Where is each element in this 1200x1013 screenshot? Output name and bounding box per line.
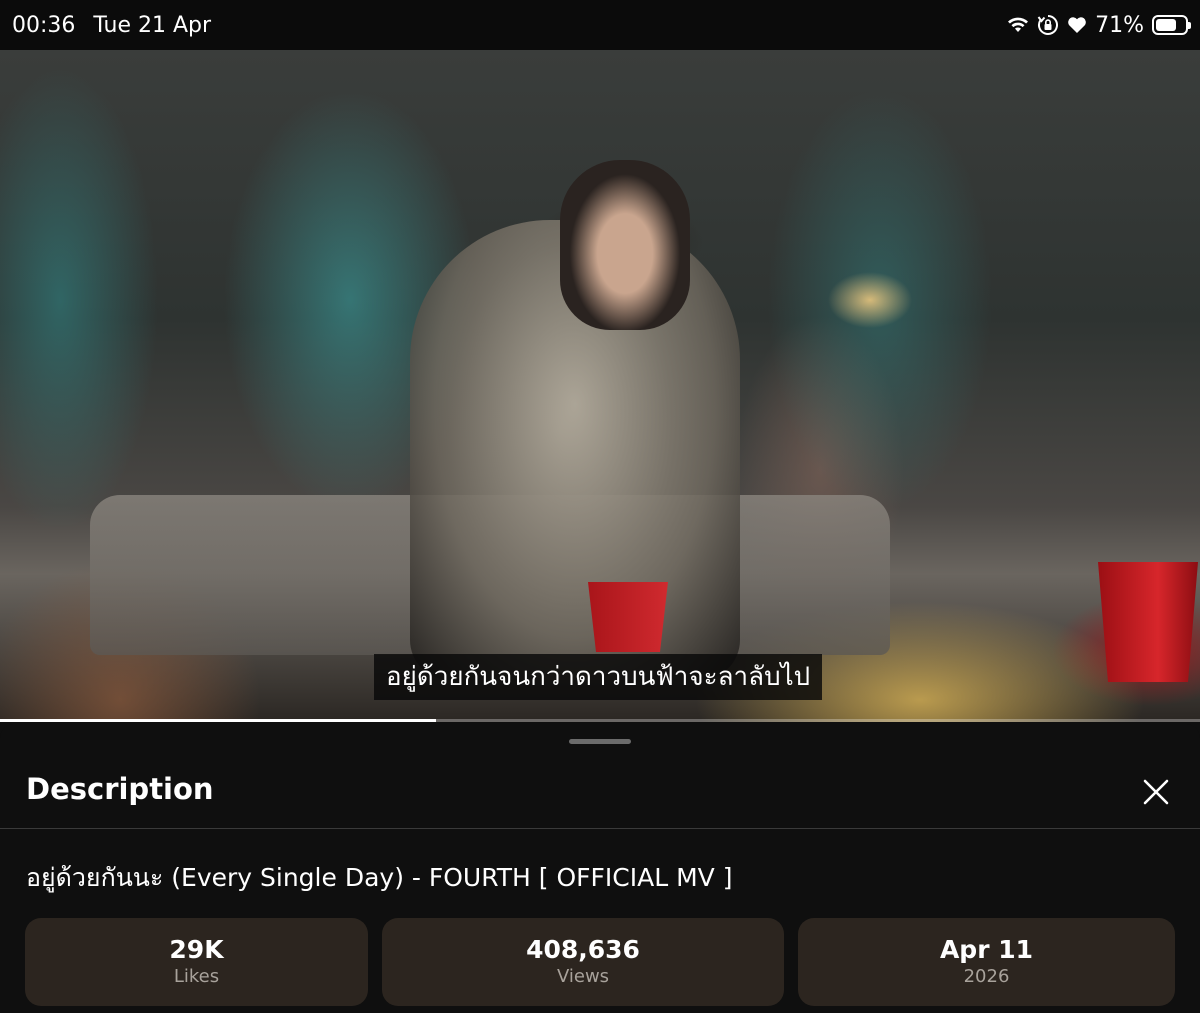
views-label: Views [556,966,610,987]
video-player[interactable]: อยู่ด้วยกันจนกว่าดาวบนฟ้าจะลาลับไป [0,50,1200,722]
panel-title: Description [26,772,214,806]
close-icon [1143,779,1169,805]
views-card: 408,636 Views [382,918,784,1006]
orientation-lock-icon [1037,14,1059,36]
likes-label: Likes [173,966,220,987]
status-left: 00:36 Tue 21 Apr [12,13,211,38]
publish-year: 2026 [963,966,1010,987]
video-progress-bar[interactable] [0,719,1200,722]
heart-icon [1067,16,1087,34]
video-frame-red-cup [1098,562,1198,682]
views-count: 408,636 [526,935,640,964]
video-frame-cup [588,582,668,652]
video-frame-head [560,160,690,330]
sheet-drag-handle[interactable] [569,739,631,744]
likes-card: 29K Likes [25,918,368,1006]
close-button[interactable] [1136,772,1176,812]
publish-date: Apr 11 [939,935,1034,964]
video-title: อยู่ด้วยกันนะ (Every Single Day) - FOURT… [26,863,733,892]
divider [0,828,1200,829]
date-card: Apr 11 2026 [798,918,1175,1006]
battery-fill [1156,19,1176,31]
status-time: 00:36 [12,12,76,38]
video-subtitle: อยู่ด้วยกันจนกว่าดาวบนฟ้าจะลาลับไป [374,654,823,700]
status-date: Tue 21 Apr [93,12,212,38]
wifi-icon [1007,16,1029,34]
battery-percent: 71% [1095,12,1144,38]
progress-played [0,719,436,722]
battery-icon [1152,15,1191,35]
stats-row: 29K Likes 408,636 Views Apr 11 2026 [25,918,1175,1006]
description-panel: Description อยู่ด้วยกันนะ (Every Single … [0,724,1200,1013]
likes-count: 29K [169,935,224,964]
status-right: 71% [1007,12,1191,38]
status-bar: 00:36 Tue 21 Apr 71% [0,0,1200,50]
